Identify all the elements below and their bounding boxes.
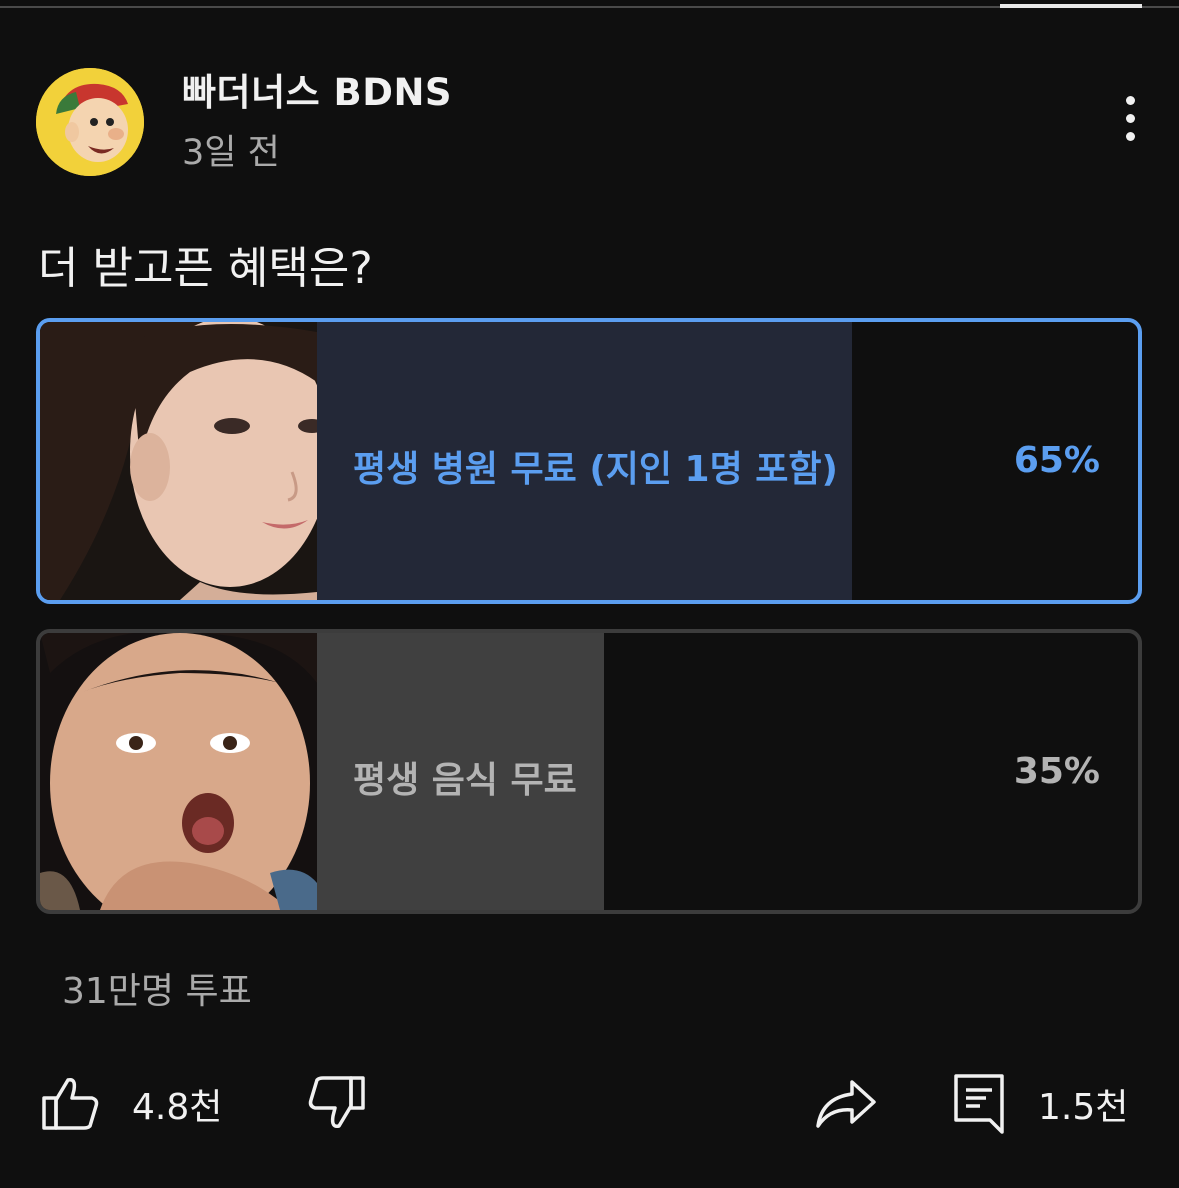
more-options-icon[interactable]: [1110, 92, 1150, 146]
tab-indicator: [1000, 4, 1142, 8]
option-2-label: 평생 음식 무료: [353, 760, 577, 801]
option-2-image: [40, 633, 317, 910]
post-time: 3일 전: [182, 133, 280, 173]
channel-avatar[interactable]: [36, 68, 144, 176]
option-1-image: [40, 322, 317, 600]
option-1-label: 평생 병원 무료 (지인 1명 포함): [353, 449, 838, 490]
thumbs-up-icon[interactable]: [40, 1072, 102, 1138]
option-2-percent: 35%: [1013, 751, 1100, 792]
vote-count: 31만명 투표: [62, 971, 252, 1012]
channel-name[interactable]: 빠더너스 BDNS: [182, 62, 452, 116]
comment-icon[interactable]: [952, 1072, 1006, 1140]
comment-count: 1.5천: [1038, 1087, 1129, 1128]
share-icon[interactable]: [814, 1072, 880, 1138]
poll-option-2[interactable]: 평생 음식 무료 35%: [36, 629, 1142, 914]
thumbs-down-icon[interactable]: [305, 1072, 367, 1138]
like-count: 4.8천: [132, 1087, 223, 1128]
poll-option-1[interactable]: 평생 병원 무료 (지인 1명 포함) 65%: [36, 318, 1142, 604]
cartoon-avatar-icon: [36, 68, 144, 176]
option-1-percent: 65%: [1013, 440, 1100, 481]
poll-question: 더 받고픈 혜택은?: [38, 243, 373, 294]
